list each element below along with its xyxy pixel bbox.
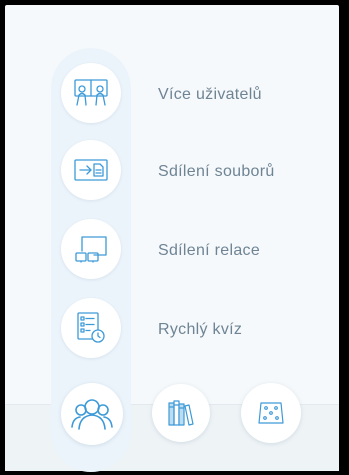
session-share-icon xyxy=(74,235,108,263)
file-share-icon xyxy=(74,159,108,181)
dice-icon xyxy=(258,401,284,425)
menu-item-label-multi-user[interactable]: Více uživatelů xyxy=(158,86,262,104)
library-button[interactable] xyxy=(152,384,210,442)
library-books-icon xyxy=(167,399,195,427)
session-share-button[interactable] xyxy=(61,219,121,279)
menu-item-label-session-share[interactable]: Sdílení relace xyxy=(158,242,260,260)
dice-button[interactable] xyxy=(241,383,301,443)
quick-quiz-button[interactable] xyxy=(61,298,121,358)
people-button[interactable] xyxy=(61,383,123,445)
menu-item-label-file-share[interactable]: Sdílení souborů xyxy=(158,163,275,181)
multi-user-button[interactable] xyxy=(61,63,121,123)
window-frame: Více uživatelů Sdílení souborů Sdílení r… xyxy=(0,0,349,475)
file-share-button[interactable] xyxy=(61,140,121,200)
menu-item-label-quick-quiz[interactable]: Rychlý kvíz xyxy=(158,321,242,339)
people-icon xyxy=(70,397,114,431)
quick-quiz-icon xyxy=(76,312,106,344)
multi-user-icon xyxy=(74,79,108,107)
